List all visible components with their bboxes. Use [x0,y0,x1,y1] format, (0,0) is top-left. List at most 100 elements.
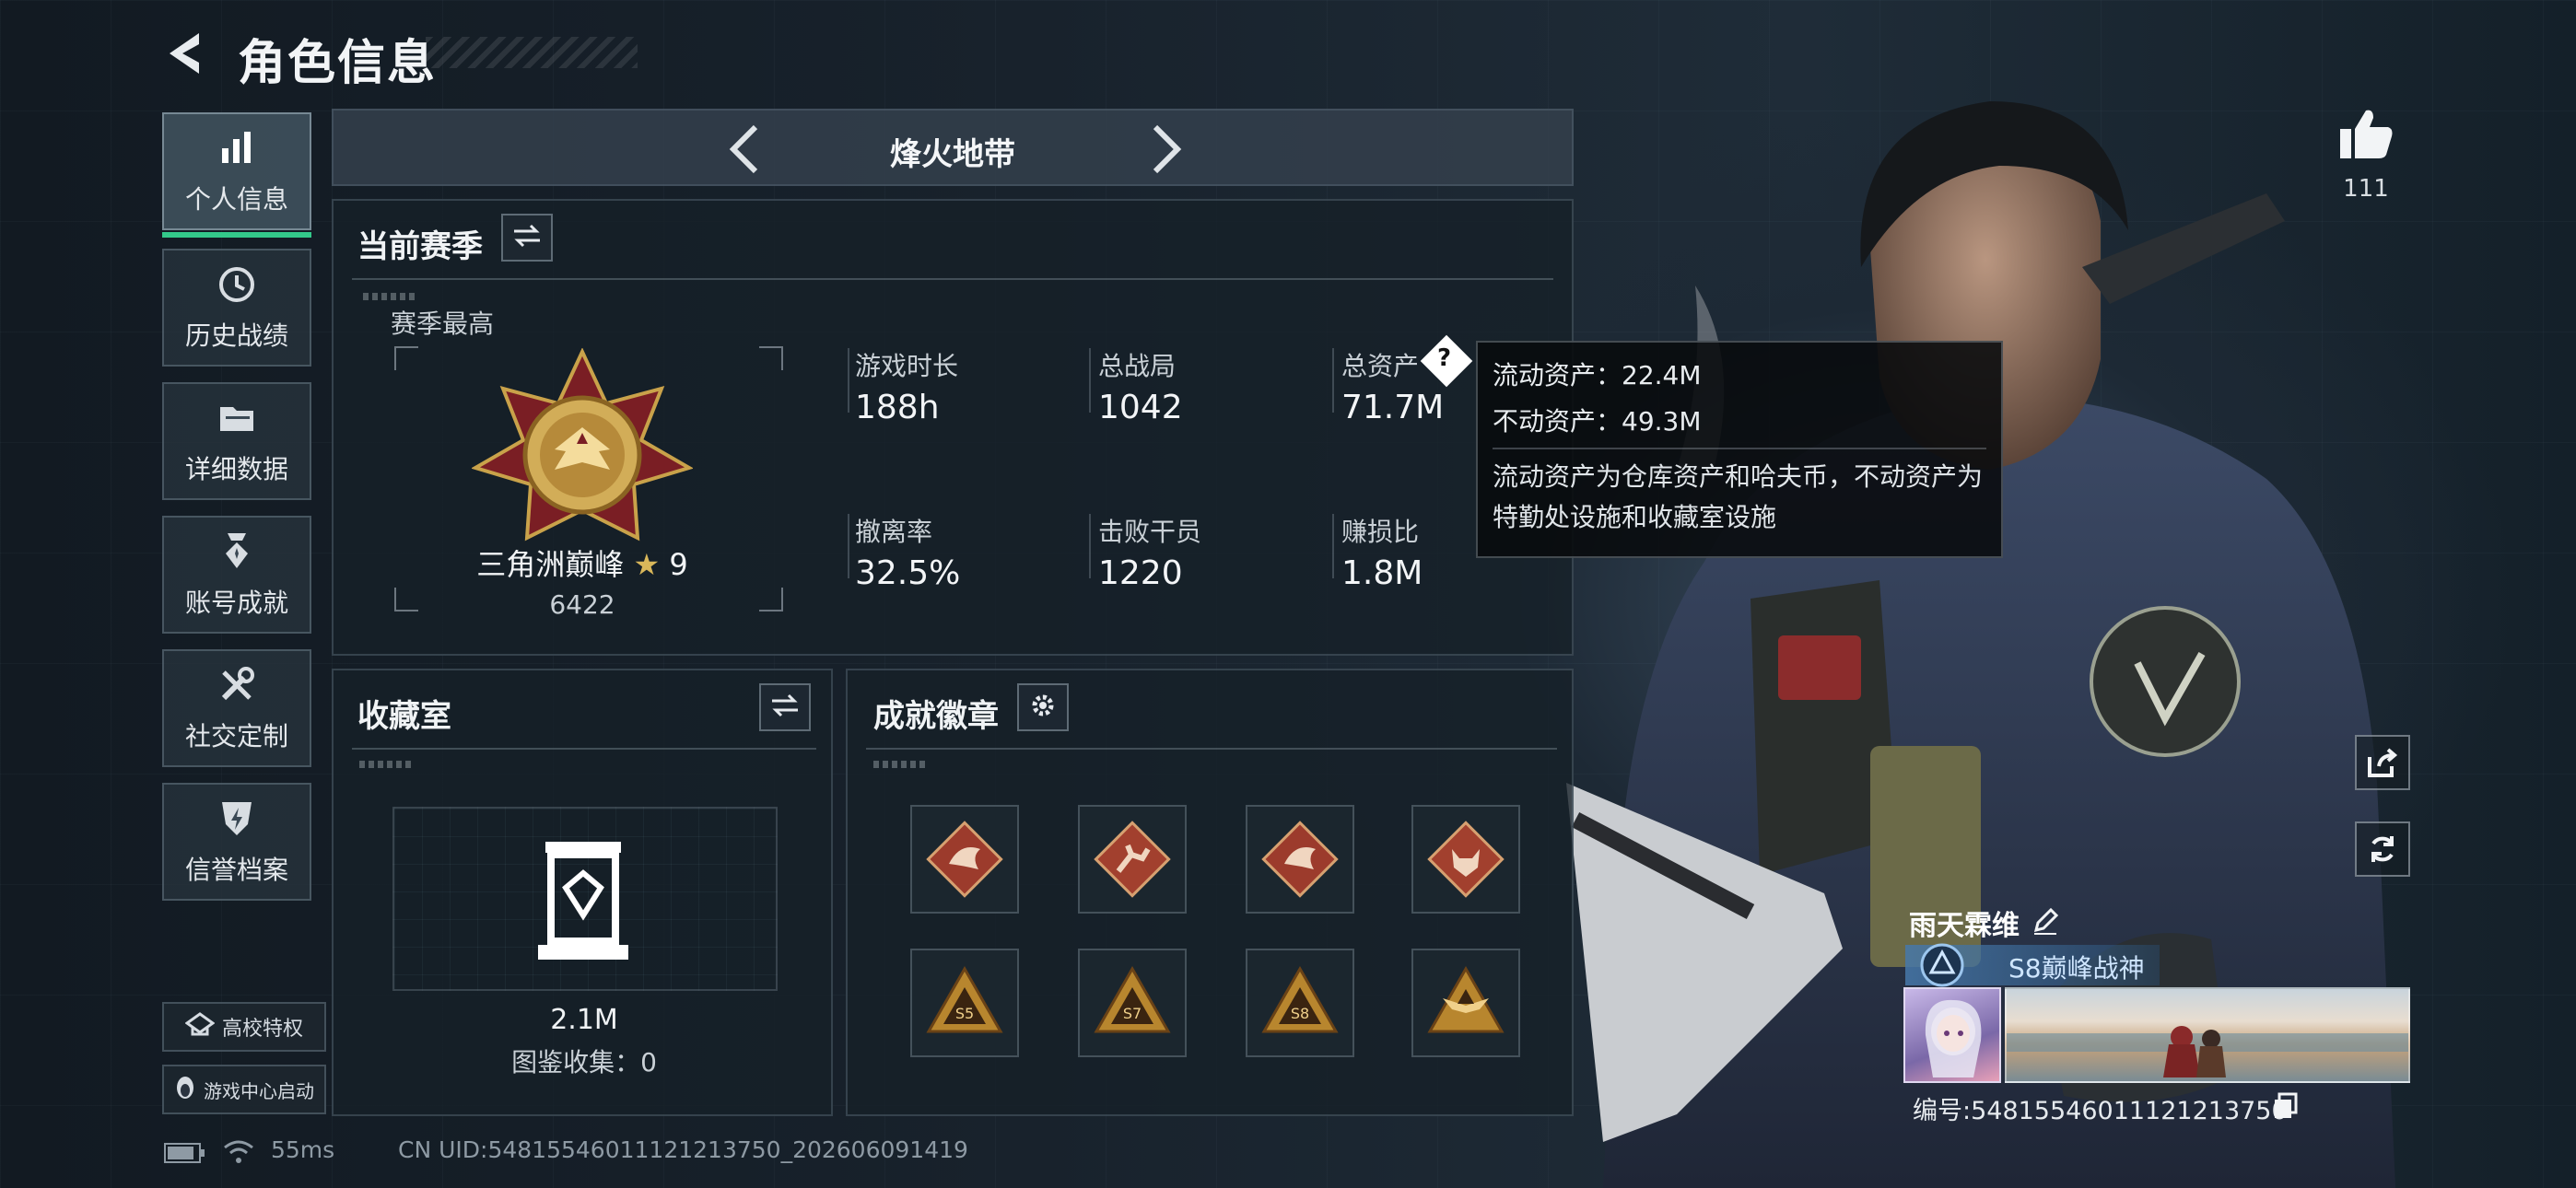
battery-icon [164,1143,205,1163]
stat-separator [1089,348,1091,413]
campus-privilege-button[interactable]: 高校特权 [162,1002,326,1052]
like-thumb-icon[interactable] [2338,107,2394,160]
stat-value-total-matches: 1042 [1098,389,1183,426]
badges-settings-button[interactable] [1017,683,1069,731]
folder-icon [215,396,259,440]
badge-wolf[interactable] [1411,805,1520,914]
tooltip-fixed-assets: 不动资产：49.3M [1493,406,1702,437]
copy-icon[interactable] [2272,1092,2300,1120]
share-button[interactable] [2355,735,2410,790]
refresh-icon [2371,836,2394,862]
season-title: 当前赛季 [357,228,483,265]
badge-s7[interactable]: S7 [1078,949,1187,1057]
title-emblem-icon [1920,943,1964,987]
edit-pencil-icon[interactable] [2031,906,2060,936]
history-clock-icon [215,262,259,307]
stat-value-profit-ratio: 1.8M [1341,554,1423,592]
collection-count: 图鉴收集：0 [511,1047,657,1077]
star-icon: ★ [633,547,661,582]
svg-text:S7: S7 [1123,1005,1142,1022]
player-name: 雨天霖维 [1909,910,2020,942]
tooltip-liquid-assets: 流动资产：22.4M [1493,360,1702,390]
badge-dragon-2[interactable] [1246,805,1354,914]
bar-chart-icon [215,126,259,170]
help-question-mark: ? [1437,344,1452,372]
season-decoration [363,293,418,300]
collection-display[interactable] [392,807,778,991]
back-arrow-icon[interactable] [162,28,214,79]
tooltip-description: 流动资产为仓库资产和哈夫币，不动资产为特勤处设施和收藏室设施 [1493,461,1984,532]
badges-title: 成就徽章 [873,698,999,735]
sidebar-item-personal-info[interactable]: 个人信息 [162,112,311,238]
player-avatar[interactable] [1903,987,2001,1083]
game-center-button[interactable]: 游戏中心启动 [162,1065,326,1114]
campus-icon [184,1012,216,1042]
sidebar-item-social[interactable]: 社交定制 [162,649,311,767]
ping-text: 55ms [271,1136,335,1163]
collection-switch-button[interactable] [759,683,811,731]
mode-selector: 烽火地带 [332,109,1574,186]
refresh-button[interactable] [2355,821,2410,877]
achievement-medal-icon [215,530,259,574]
sidebar-item-label: 详细数据 [184,454,288,484]
stat-separator [1332,514,1334,578]
tools-icon [215,663,259,707]
badge-s5[interactable]: S5 [910,949,1019,1057]
mode-next-icon[interactable] [1135,122,1190,177]
season-best-label: 赛季最高 [391,309,495,339]
badges-divider [866,748,1557,750]
stat-label-profit-ratio: 赚损比 [1341,517,1420,547]
beach-banner-art-icon [2007,1026,2408,1077]
avatar-portrait-icon [1925,999,1982,1077]
stat-label-kills: 击败干员 [1098,517,1202,547]
share-icon [2368,748,2398,777]
stat-separator [848,514,849,578]
gear-icon [1029,692,1057,723]
stat-label-extract-rate: 撤离率 [855,517,933,547]
page-title: 角色信息 [238,36,438,91]
season-divider [352,278,1553,280]
title-decoration [426,37,638,68]
sidebar-item-detailed-data[interactable]: 详细数据 [162,382,311,500]
frame-corner [759,346,783,370]
rank-score: 6422 [549,589,615,620]
like-count: 111 [2343,175,2389,203]
sidebar-item-label: 账号成就 [184,588,288,618]
tooltip-divider [1493,448,1986,449]
svg-text:S8: S8 [1291,1005,1309,1022]
campus-label: 高校特权 [221,1018,303,1041]
stat-value-extract-rate: 32.5% [855,554,961,592]
stat-separator [1332,348,1334,413]
badges-panel: 成就徽章 S5 S7 S8 [846,669,1574,1116]
sidebar-item-credit[interactable]: 信誉档案 [162,783,311,901]
swap-icon [770,693,800,722]
rank-name: 三角洲巅峰 [476,547,625,582]
stat-value-kills: 1220 [1098,554,1183,592]
season-switch-button[interactable] [501,214,553,262]
stat-value-total-assets: 71.7M [1341,389,1445,426]
badge-runner[interactable] [1078,805,1187,914]
wolf-badge-icon [1427,821,1505,898]
sidebar-item-achievements[interactable]: 账号成就 [162,516,311,634]
badge-s8[interactable]: S8 [1246,949,1354,1057]
collection-value: 2.1M [550,1004,618,1036]
stat-value-play-time: 188h [855,389,940,426]
winged-triangle-badge-icon [1427,965,1505,1033]
rank-stars: 9 [669,547,688,582]
s5-triangle-badge-icon: S5 [926,965,1003,1033]
player-title: S8巅峰战神 [2008,953,2145,984]
player-banner [2005,987,2410,1083]
display-case-icon [538,842,628,960]
mode-label: 烽火地带 [890,136,1015,173]
badge-winged[interactable] [1411,949,1520,1057]
stat-separator [1089,514,1091,578]
badge-dragon[interactable] [910,805,1019,914]
rank-line: 三角洲巅峰 ★ 9 [389,542,776,584]
s8-triangle-badge-icon: S8 [1261,965,1339,1033]
dragon-badge-icon [1261,821,1339,898]
penguin-icon [174,1074,196,1105]
footer-uid: CN UID:54815546011121213750_202606091419 [398,1136,968,1163]
credit-shield-icon [215,797,259,841]
sidebar-item-history[interactable]: 历史战绩 [162,249,311,367]
stat-label-play-time: 游戏时长 [855,351,959,381]
